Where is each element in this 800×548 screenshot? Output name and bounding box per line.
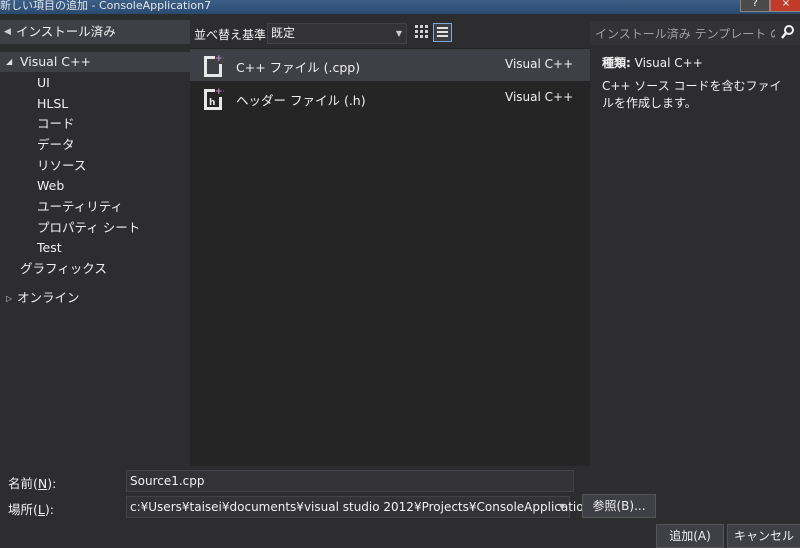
tree-item-graphics[interactable]: グラフィックス <box>20 260 107 278</box>
item-description: C++ ソース コードを含むファイルを作成します。 <box>602 79 782 110</box>
name-field[interactable] <box>126 470 574 492</box>
tree-item-ui[interactable]: UI <box>37 74 50 92</box>
tree-item-utility[interactable]: ユーティリティ <box>37 198 123 216</box>
sort-select[interactable]: 既定 ▼ <box>267 23 407 44</box>
svg-text:++: ++ <box>215 54 224 64</box>
browse-button[interactable]: 参照(B)... <box>582 494 656 518</box>
item-name: C++ ファイル (.cpp) <box>236 60 361 75</box>
item-type: Visual C++ <box>505 90 574 104</box>
template-tree: ◀ インストール済み ◢ Visual C++ UI HLSL コード データ … <box>0 18 190 466</box>
item-type: Visual C++ <box>505 57 574 71</box>
grid-view-icon[interactable] <box>415 25 429 39</box>
location-label: 場所(L): <box>8 502 54 517</box>
chevron-down-icon: ▼ <box>395 29 402 38</box>
add-button[interactable]: 追加(A) <box>656 524 724 548</box>
window-title: 新しい項目の追加 - ConsoleApplication7 <box>0 0 212 12</box>
svg-text:++: ++ <box>215 87 224 97</box>
sort-label: 並べ替え基準: <box>194 28 271 42</box>
expand-arrow-icon[interactable]: ◀ <box>4 20 11 44</box>
search-input[interactable]: インストール済み テンプレート の検索 <box>595 25 775 42</box>
template-item-header[interactable]: h ++ ヘッダー ファイル (.h) Visual C++ <box>190 82 590 114</box>
list-view-icon[interactable] <box>433 23 452 42</box>
template-list-panel: 並べ替え基準: 既定 ▼ ++ C++ ファイル (.cpp) Visual C… <box>190 18 590 466</box>
tree-item-test[interactable]: Test <box>37 239 62 257</box>
tree-item-data[interactable]: データ <box>37 136 75 154</box>
tree-item-resource[interactable]: リソース <box>37 157 86 175</box>
cpp-file-icon: ++ <box>204 54 224 77</box>
header-file-icon: h ++ <box>204 87 224 110</box>
title-bar: 新しい項目の追加 - ConsoleApplication7 ? × <box>0 0 800 14</box>
sort-toolbar: 並べ替え基準: 既定 ▼ <box>190 18 590 48</box>
installed-header[interactable]: ◀ インストール済み <box>0 20 190 44</box>
chevron-down-icon[interactable]: ▼ <box>559 497 565 517</box>
location-value: c:¥Users¥taisei¥documents¥visual studio … <box>130 500 599 514</box>
details-panel: インストール済み テンプレート の検索 種類: Visual C++ C++ ソ… <box>590 18 800 466</box>
name-label: 名前(N): <box>8 476 57 491</box>
type-value: Visual C++ <box>634 56 703 70</box>
sort-select-value: 既定 <box>271 26 296 40</box>
search-icon[interactable] <box>780 24 796 40</box>
tree-item-property-sheet[interactable]: プロパティ シート <box>37 219 140 237</box>
bottom-fields: 名前(N): 場所(L): c:¥Users¥taisei¥documents¥… <box>0 466 800 548</box>
tree-item-hlsl[interactable]: HLSL <box>37 95 68 113</box>
installed-header-label: インストール済み <box>16 24 116 39</box>
tree-item-code[interactable]: コード <box>37 115 75 133</box>
help-button[interactable]: ? <box>740 0 770 12</box>
tree-item-online[interactable]: ▷ オンライン <box>0 289 190 309</box>
item-name: ヘッダー ファイル (.h) <box>236 93 366 108</box>
cancel-button[interactable]: キャンセル <box>727 524 800 548</box>
tree-item-label: オンライン <box>17 290 80 305</box>
svg-text:h: h <box>209 98 215 108</box>
type-label: 種類: <box>602 56 631 70</box>
template-search-box[interactable]: インストール済み テンプレート の検索 <box>590 21 800 45</box>
tree-item-web[interactable]: Web <box>37 177 64 195</box>
close-button[interactable]: × <box>770 0 800 12</box>
tree-item-label: Visual C++ <box>20 54 91 69</box>
expand-arrow-icon[interactable]: ▷ <box>6 290 12 308</box>
location-combo[interactable]: c:¥Users¥taisei¥documents¥visual studio … <box>126 496 599 518</box>
template-item-cpp[interactable]: ++ C++ ファイル (.cpp) Visual C++ <box>190 49 590 81</box>
collapse-arrow-icon[interactable]: ◢ <box>6 53 12 71</box>
item-type-info: 種類: Visual C++ <box>602 54 703 71</box>
tree-item-visual-cpp[interactable]: ◢ Visual C++ <box>0 52 190 72</box>
